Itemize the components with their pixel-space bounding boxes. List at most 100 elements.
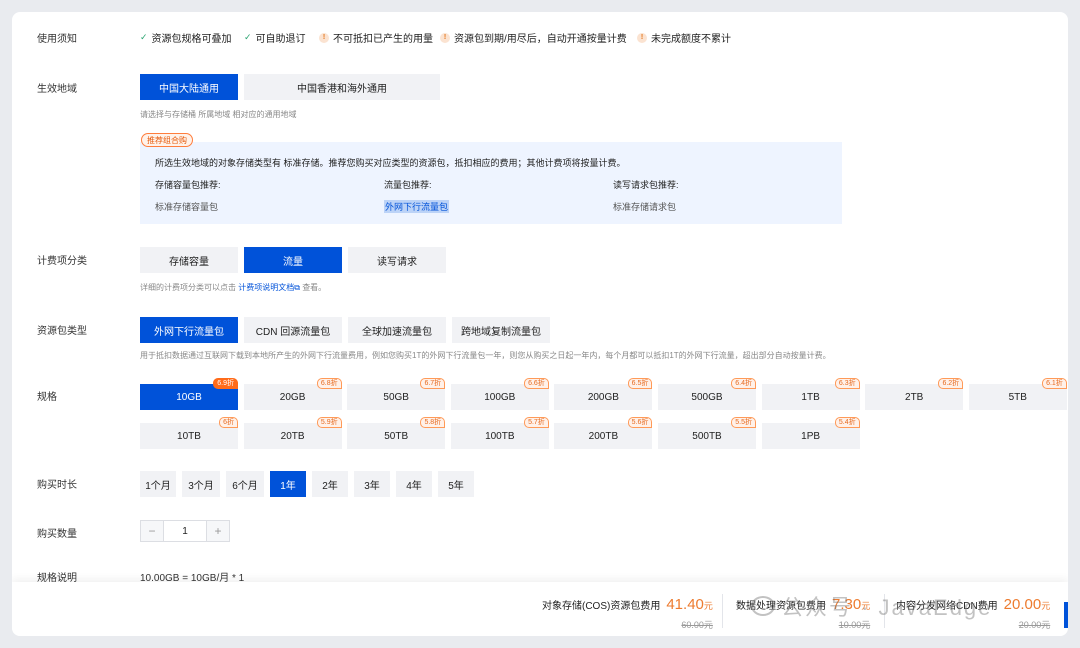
discount-badge: 6.4折	[731, 378, 756, 389]
check-icon: ✓	[244, 32, 252, 42]
fee-label: 对象存储(COS)资源包费用	[542, 601, 661, 612]
spec-option[interactable]: 100GB 6.6折	[450, 378, 549, 410]
spec-option[interactable]: 200GB 6.5折	[554, 378, 653, 410]
spec-option[interactable]: 1PB 5.4折	[761, 417, 860, 449]
package-option-crossregion[interactable]: 跨地域复制流量包	[452, 317, 550, 343]
package-option-global[interactable]: 全球加速流量包	[348, 317, 446, 343]
watermark-text: 公众号 · JavaEdge	[781, 595, 993, 620]
billing-option-requests[interactable]: 读写请求	[348, 247, 446, 273]
spec-option[interactable]: 10TB 6折	[140, 417, 238, 449]
recommend-title: 存储容量包推荐:	[155, 180, 221, 190]
purchase-panel: 使用须知 ✓ 资源包规格可叠加 ✓ 可自助退订 ! 不可抵扣已产生的用量 ! 资源包到期…	[12, 12, 1068, 636]
spec-size: 200GB	[587, 391, 619, 403]
spec-label: 规格	[37, 392, 57, 403]
spec-option[interactable]: 50GB 6.7折	[347, 378, 446, 410]
decrement-button[interactable]: −	[141, 521, 163, 541]
spec-option[interactable]: 50TB 5.8折	[347, 417, 446, 449]
spec-option[interactable]: 2TB 6.2折	[865, 378, 964, 410]
fee-original: 20.00元	[1018, 620, 1051, 630]
recommend-title: 读写请求包推荐:	[613, 180, 679, 190]
discount-badge: 6.9折	[213, 378, 238, 389]
spec-size: 20TB	[280, 430, 305, 442]
notice-text: 资源包规格可叠加	[151, 34, 232, 45]
spec-option[interactable]: 10GB 6.9折	[140, 378, 238, 410]
notice-text: 资源包到期/用尽后，自动开通按量计费	[454, 34, 627, 45]
quantity-value[interactable]: 1	[163, 521, 207, 541]
billing-doc-link[interactable]: 计费项说明文档	[238, 283, 294, 292]
discount-badge: 5.9折	[316, 417, 342, 428]
spec-size: 1TB	[801, 391, 820, 403]
recommend-tag: 推荐组合购	[141, 133, 193, 147]
fee-unit: 元	[1041, 601, 1051, 611]
spec-size: 1PB	[801, 430, 821, 442]
recommend-traffic: 流量包推荐: 外网下行流量包	[384, 178, 450, 213]
fee-original: 60.00元	[681, 620, 713, 630]
duration-label: 购买时长	[37, 480, 77, 491]
warning-icon: !	[637, 32, 647, 43]
spec-option[interactable]: 500GB 6.4折	[658, 378, 756, 410]
check-icon: ✓	[140, 32, 148, 42]
billing-hint-text: 详细的计费项分类可以点击	[140, 283, 236, 292]
spec-size: 10GB	[176, 391, 202, 403]
discount-badge: 5.7折	[524, 417, 549, 428]
spec-size: 20GB	[279, 391, 306, 403]
spec-option[interactable]: 200TB 5.6折	[554, 417, 653, 449]
notices-label: 使用须知	[37, 34, 77, 45]
fee-value: 41.40	[666, 596, 704, 613]
recommend-box: 所选生效地域的对象存储类型有 标准存储。推荐您购买对应类型的资源包，抵扣相应的费…	[140, 142, 842, 224]
discount-badge: 6.7折	[420, 378, 446, 389]
notice-item: ✓ 可自助退订	[244, 30, 306, 45]
package-option-cdn[interactable]: CDN 回源流量包	[244, 317, 342, 343]
discount-badge: 6.8折	[316, 378, 342, 389]
notice-text: 不可抵扣已产生的用量	[333, 34, 433, 45]
spec-option[interactable]: 20GB 6.8折	[243, 378, 342, 410]
package-option-internet[interactable]: 外网下行流量包	[140, 317, 238, 343]
recommend-desc: 所选生效地域的对象存储类型有 标准存储。推荐您购买对应类型的资源包，抵扣相应的费…	[155, 158, 626, 168]
spec-option[interactable]: 100TB 5.7折	[450, 417, 549, 449]
footer-divider	[722, 594, 723, 628]
discount-badge: 6.3折	[834, 378, 860, 389]
spec-option[interactable]: 20TB 5.9折	[243, 417, 342, 449]
duration-option[interactable]: 4年	[396, 471, 432, 497]
spec-size: 500TB	[692, 430, 722, 442]
recommend-value: 外网下行流量包	[384, 200, 450, 213]
recommend-storage: 存储容量包推荐: 标准存储容量包	[155, 178, 221, 213]
spec-option[interactable]: 1TB 6.3折	[761, 378, 860, 410]
spec-size: 50TB	[384, 430, 409, 442]
recommend-value: 标准存储请求包	[613, 202, 677, 212]
duration-option[interactable]: 6个月	[226, 471, 264, 497]
spec-size: 10TB	[177, 430, 201, 442]
duration-option[interactable]: 2年	[312, 471, 348, 497]
warning-icon: !	[440, 32, 450, 43]
discount-badge: 5.6折	[627, 417, 653, 428]
duration-option[interactable]: 5年	[438, 471, 474, 497]
spec-size: 500GB	[691, 391, 723, 403]
region-label: 生效地域	[37, 84, 77, 95]
billing-option-storage[interactable]: 存储容量	[140, 247, 238, 273]
notice-item: ! 不可抵扣已产生的用量	[319, 30, 433, 45]
spec-option[interactable]: 5TB 6.1折	[968, 378, 1067, 410]
quantity-stepper[interactable]: − 1 +	[140, 520, 230, 542]
duration-option[interactable]: 3个月	[182, 471, 220, 497]
spec-option[interactable]: 500TB 5.5折	[658, 417, 756, 449]
spec-size: 2TB	[905, 391, 924, 403]
spec-size: 5TB	[1008, 391, 1027, 403]
discount-badge: 6折	[219, 417, 238, 428]
duration-option[interactable]: 1年	[270, 471, 306, 497]
discount-badge: 6.6折	[524, 378, 549, 389]
discount-badge: 6.1折	[1042, 378, 1067, 389]
billing-hint: 详细的计费项分类可以点击 计费项说明文档⧉ 查看。	[140, 282, 326, 293]
checkout-button-edge[interactable]	[1064, 602, 1068, 628]
external-link-icon[interactable]: ⧉	[294, 283, 300, 292]
notice-text: 可自助退订	[255, 34, 306, 45]
duration-option[interactable]: 3年	[354, 471, 390, 497]
duration-option[interactable]: 1个月	[140, 471, 176, 497]
billing-option-traffic[interactable]: 流量	[244, 247, 342, 273]
warning-icon: !	[319, 32, 329, 43]
region-option-mainland[interactable]: 中国大陆通用	[140, 74, 238, 100]
region-option-overseas[interactable]: 中国香港和海外通用	[244, 74, 440, 100]
package-type-label: 资源包类型	[37, 326, 87, 337]
increment-button[interactable]: +	[207, 521, 229, 541]
discount-badge: 5.4折	[834, 417, 860, 428]
region-hint: 请选择与存储桶 所属地域 相对应的通用地域	[140, 110, 297, 119]
